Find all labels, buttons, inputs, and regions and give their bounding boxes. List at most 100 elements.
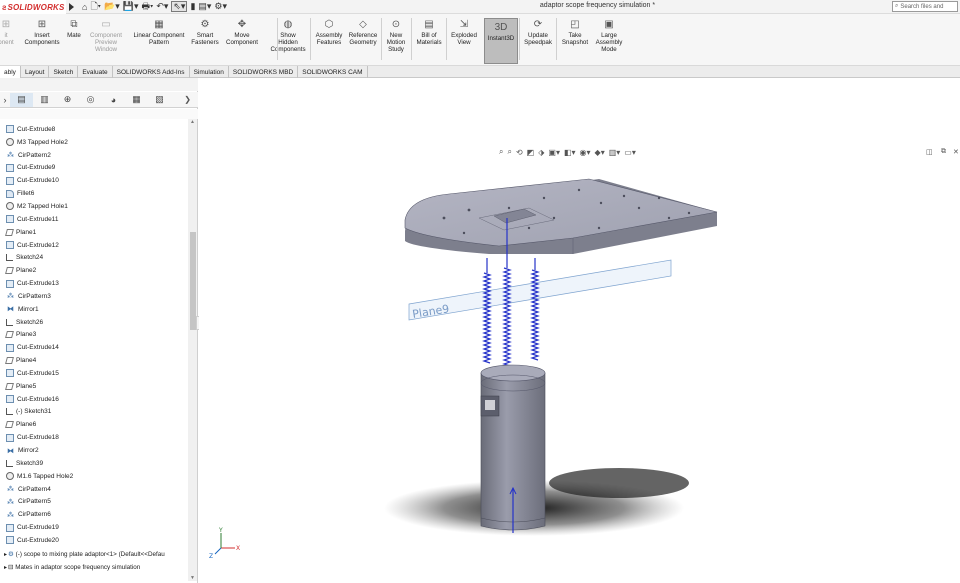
tab-layout[interactable]: Layout [21, 66, 50, 78]
tree-item[interactable]: Sketch24 [0, 251, 188, 264]
tree-item[interactable]: Plane1 [0, 226, 188, 239]
tree-item[interactable]: Plane6 [0, 418, 188, 431]
tree-item[interactable]: Cut-Extrude11 [0, 213, 188, 226]
scope-adaptor-cylinder[interactable] [480, 364, 546, 533]
tree-item[interactable]: Cut-Extrude14 [0, 341, 188, 354]
expand-panel-icon[interactable]: › [0, 93, 10, 107]
mixing-plate[interactable] [404, 178, 718, 254]
tree-item[interactable]: M2 Tapped Hole1 [0, 200, 188, 213]
exploded-view-icon: ⇲ [459, 18, 469, 30]
tree-item-label: Cut-Extrude8 [17, 125, 56, 133]
options-gear-icon[interactable]: ⚙▾ [214, 1, 227, 12]
partial-component-button[interactable]: ⊞ itonent [0, 18, 18, 46]
ribbon-button-move-component[interactable]: ✥ Move Component [226, 18, 258, 46]
solidworks-logo[interactable]: ƨ SOLIDWORKS [0, 0, 66, 14]
undo-icon[interactable]: ↶▾ [156, 1, 168, 12]
display-manager-tab-icon[interactable]: ◕ [102, 93, 125, 107]
ribbon-button-new-motion-study[interactable]: ⊙ New Motion Study [384, 18, 408, 53]
ribbon-button-reference-geometry[interactable]: ◇ Reference Geometry [346, 18, 380, 46]
tree-item[interactable]: ⁂ CirPattern4 [0, 483, 188, 496]
tree-item[interactable]: ⁂ CirPattern6 [0, 508, 188, 521]
search-input[interactable]: ⌕ Search files and [892, 1, 958, 12]
tree-item[interactable]: Plane2 [0, 264, 188, 277]
ribbon-button-assembly-features[interactable]: ⬡ Assembly Features [314, 18, 344, 46]
app-logo-text: SOLIDWORKS [7, 2, 65, 12]
tree-item[interactable]: Plane3 [0, 329, 188, 342]
linear-pattern-icon: ▦ [154, 18, 164, 30]
tree-item[interactable]: ⧓ Mirror2 [0, 444, 188, 457]
tree-item[interactable]: Cut-Extrude8 [0, 123, 188, 136]
feature-manager-tab-icon[interactable]: ▤ [10, 92, 33, 107]
file-properties-icon[interactable]: ▤▾ [198, 1, 211, 12]
tree-item[interactable]: (-) Sketch31 [0, 406, 188, 419]
tab-solidworks-cam[interactable]: SOLIDWORKS CAM [298, 66, 368, 78]
scroll-up-icon[interactable]: ▲ [190, 119, 195, 125]
tree-item[interactable]: Sketch26 [0, 316, 188, 329]
ribbon-button-exploded-view[interactable]: ⇲ Exploded View [450, 18, 478, 46]
ribbon-button-large-assembly-mode[interactable]: ▣ Large Assembly Mode [594, 18, 624, 53]
tree-item-component[interactable]: ▸ ⚙ (-) scope to mixing plate adaptor<1>… [0, 548, 190, 560]
tree-item[interactable]: ⁂ CirPattern5 [0, 495, 188, 508]
tab-ably[interactable]: ably [0, 66, 21, 78]
ribbon-button-update-speedpak[interactable]: ⟳ Update Speedpak [524, 18, 552, 46]
tree-item[interactable]: Cut-Extrude15 [0, 367, 188, 380]
ribbon-button-smart-fasteners[interactable]: ⚙ Smart Fasteners [190, 18, 220, 46]
sketch-icon [6, 318, 13, 326]
tree-item[interactable]: Cut-Extrude10 [0, 174, 188, 187]
select-pointer-icon[interactable]: ⇖▾ [171, 1, 188, 12]
dimxpert-tab-icon[interactable]: ◎ [79, 93, 102, 107]
graphics-area[interactable]: ⌕ ⌕ ⟲ ◩ ⬗ ▣▾ ◧▾ ◉▾ ◆▾ ▥▾ ▭▾ ◫ ⧉ ✕ Plane9… [199, 78, 960, 583]
ribbon-button-mate[interactable]: ⧉ Mate [64, 18, 84, 39]
expand-arrow-icon[interactable]: ▸ [4, 564, 7, 571]
configuration-manager-tab-icon[interactable]: ⊕ [56, 93, 79, 107]
tree-item[interactable]: ⁂ CirPattern2 [0, 149, 188, 162]
tree-item[interactable]: Cut-Extrude18 [0, 431, 188, 444]
tree-item[interactable]: ⁂ CirPattern3 [0, 290, 188, 303]
ribbon-button-component-preview-window[interactable]: ▭ Component Preview Window [88, 18, 124, 53]
tree-item[interactable]: ⧓ Mirror1 [0, 303, 188, 316]
expand-arrow-icon[interactable]: ▸ [4, 551, 7, 558]
triad-z-label: Z [209, 553, 213, 560]
tree-item[interactable]: Cut-Extrude9 [0, 162, 188, 175]
tree-item[interactable]: M3 Tapped Hole2 [0, 136, 188, 149]
tree-item[interactable]: Cut-Extrude12 [0, 239, 188, 252]
tree-scrollbar[interactable]: ▲ ▼ [188, 119, 197, 581]
tree-item[interactable]: Sketch39 [0, 457, 188, 470]
tab-evaluate[interactable]: Evaluate [78, 66, 113, 78]
ribbon-button-instant3d[interactable]: 3D Instant3D [484, 18, 518, 64]
save-icon[interactable]: 💾▾ [123, 1, 139, 12]
open-icon[interactable]: 📂▾ [104, 1, 120, 12]
property-manager-tab-icon[interactable]: ▥ [33, 93, 56, 107]
tab-simulation[interactable]: Simulation [190, 66, 229, 78]
ribbon-button-linear-component-pattern[interactable]: ▦ Linear Component Pattern [130, 18, 188, 46]
tab-solidworks-mbd[interactable]: SOLIDWORKS MBD [229, 66, 299, 78]
ribbon-button-bill-of-materials[interactable]: ▤ Bill of Materials [414, 18, 444, 46]
menu-expand-icon[interactable] [69, 3, 74, 11]
simulation-tab-icon[interactable]: ▧ [148, 93, 171, 107]
tree-item[interactable]: Cut-Extrude20 [0, 534, 188, 547]
tree-item-mates[interactable]: ▸ ⊟ Mates in adaptor scope frequency sim… [0, 561, 190, 573]
plane9-reference-plane[interactable]: Plane9 [408, 259, 672, 321]
home-icon[interactable]: ⌂ [82, 1, 87, 12]
tab-solidworks-add-ins[interactable]: SOLIDWORKS Add-Ins [113, 66, 190, 78]
tree-item[interactable]: Cut-Extrude16 [0, 393, 188, 406]
tree-item[interactable]: Cut-Extrude13 [0, 277, 188, 290]
scroll-down-icon[interactable]: ▼ [190, 575, 195, 581]
assembly-model[interactable]: Plane9 X Y Z [199, 78, 960, 583]
tree-item[interactable]: Plane5 [0, 380, 188, 393]
ribbon-button-label: Linear Component Pattern [133, 32, 185, 46]
tab-sketch[interactable]: Sketch [49, 66, 79, 78]
print-icon[interactable]: 🖶▾ [141, 1, 153, 12]
tree-item[interactable]: Plane4 [0, 354, 188, 367]
tree-item[interactable]: M1.6 Tapped Hole2 [0, 470, 188, 483]
panel-more-chevron-icon[interactable]: ❯ [184, 95, 191, 104]
circular-pattern-icon: ⁂ [7, 486, 14, 494]
new-document-icon[interactable]: 🗋▾ [90, 1, 101, 12]
tree-item[interactable]: Fillet6 [0, 187, 188, 200]
cam-tab-icon[interactable]: ▦ [125, 93, 148, 107]
ribbon-button-take-snapshot[interactable]: ◰ Take Snapshot [560, 18, 590, 46]
ribbon-button-insert-components[interactable]: ⊞ Insert Components [22, 18, 62, 46]
ribbon-button-show-hidden-components[interactable]: ◍ Show Hidden Components [270, 18, 306, 53]
tree-item[interactable]: Cut-Extrude19 [0, 521, 188, 534]
rebuild-icon[interactable]: ▮ [190, 1, 195, 12]
